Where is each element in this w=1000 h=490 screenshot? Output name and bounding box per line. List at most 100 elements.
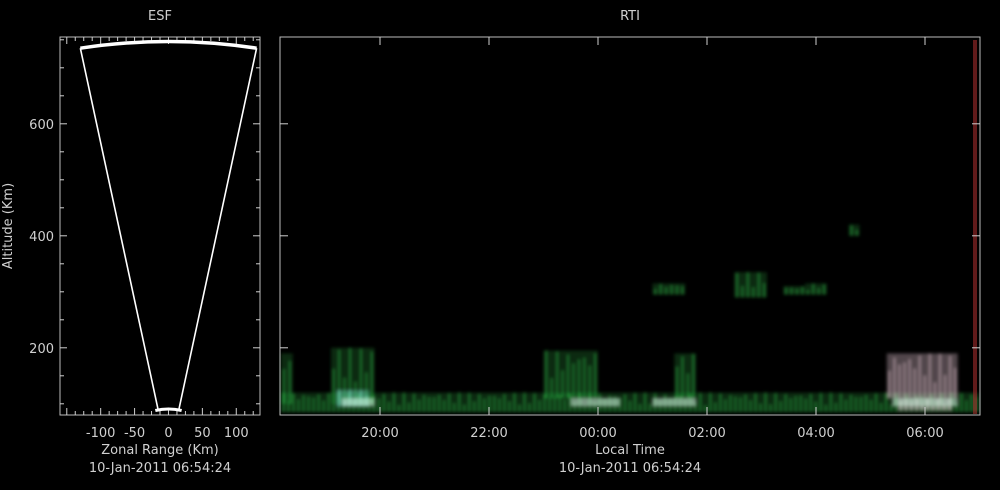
- rti-echo-streak: [538, 399, 541, 413]
- rti-echo-streak: [588, 365, 591, 399]
- rti-echo-streak: [739, 397, 742, 413]
- rti-echo-streak: [893, 357, 896, 399]
- rti-echo-streak: [954, 367, 957, 399]
- rti-echo-streak: [392, 392, 395, 413]
- rti-echo-streak: [644, 392, 647, 413]
- rti-echo-streak: [834, 402, 837, 413]
- rti-echo-streak: [749, 400, 752, 413]
- rti-echo-streak: [849, 394, 852, 413]
- rti-echo-region: [734, 272, 767, 298]
- rti-echo-streak: [784, 394, 787, 413]
- rti-echo-streak: [764, 392, 767, 413]
- rti-echo-streak: [729, 395, 732, 413]
- rti-echo-streak: [659, 283, 662, 295]
- rti-echo-streak: [913, 368, 916, 399]
- rti-echo-streak: [938, 353, 941, 399]
- rti-echo-streak: [692, 353, 695, 399]
- rti-echo-streak: [563, 399, 566, 413]
- rti-echo-streak: [839, 393, 842, 413]
- rti-echo-streak: [819, 392, 822, 413]
- rti-echo-streak: [944, 374, 947, 399]
- rti-echo-region: [281, 392, 979, 413]
- rti-echo-streak: [844, 399, 847, 413]
- esf-y-axis-label: Altitude (Km): [1, 183, 16, 269]
- rti-echo-streak: [933, 382, 936, 399]
- esf-timestamp: 10-Jan-2011 06:54:24: [89, 461, 231, 476]
- rti-echo-streak: [665, 286, 668, 295]
- rti-echo-streak: [418, 399, 421, 413]
- esf-y-tick-label: 200: [29, 342, 54, 357]
- esf-x-tick-label: 50: [194, 426, 211, 441]
- rti-echo-streak: [801, 286, 804, 295]
- rti-echo-streak: [292, 393, 295, 413]
- rti-echo-streak: [823, 284, 826, 295]
- rti-x-tick-label: 02:00: [688, 426, 725, 441]
- rti-echo-streak: [670, 284, 673, 295]
- rti-echo-bright-band: [570, 398, 620, 407]
- rti-echo-streak: [735, 272, 738, 298]
- rti-echo-streak: [483, 398, 486, 413]
- rti-echo-streak: [686, 373, 689, 399]
- rti-echo-streak: [865, 394, 868, 413]
- rti-echo-streak: [493, 395, 496, 413]
- rti-x-tick-label: 06:00: [906, 426, 943, 441]
- rti-echo-streak: [561, 370, 564, 399]
- rti-echo-streak: [880, 402, 883, 413]
- rti-x-tick-label: 20:00: [361, 426, 398, 441]
- rti-echo-streak: [850, 225, 853, 236]
- rti-echo-streak: [443, 399, 446, 413]
- esf-beam-top-arc: [80, 39, 257, 50]
- rti-echo-region-fill: [886, 353, 958, 399]
- rti-echo-region: [281, 353, 293, 404]
- rti-x-axis-label: Local Time: [595, 443, 665, 458]
- rti-echo-streak: [463, 404, 466, 413]
- rti-echo-streak: [408, 402, 411, 413]
- esf-panel: ESF 200 400 600 -100 -50 0 50 100 Zonal Range …: [1, 9, 261, 476]
- rti-echo-streak: [908, 359, 911, 399]
- rti-echo-streak: [754, 393, 757, 413]
- rti-echo-streak: [297, 399, 300, 413]
- rti-echo-streak: [923, 375, 926, 399]
- rti-echo-region: [674, 353, 697, 399]
- rti-echo-streak: [438, 394, 441, 413]
- rti-echo-streak: [918, 355, 921, 399]
- rti-echo-region: [652, 283, 686, 295]
- rti-echo-streak: [741, 285, 744, 298]
- rti-echo-streak: [556, 351, 559, 399]
- rti-echo-streak: [681, 356, 684, 399]
- rti-echo-streak: [332, 403, 335, 413]
- rti-echo-streak: [317, 394, 320, 413]
- rti-echo-streak: [398, 404, 401, 413]
- rti-echo-region: [805, 283, 827, 295]
- rti-echo-streak: [498, 398, 501, 413]
- rti-echo-streak: [854, 396, 857, 413]
- rti-echo-streak: [794, 395, 797, 413]
- rti-echo-region-fill: [848, 224, 860, 236]
- rti-echo-streak: [433, 397, 436, 413]
- rti-echo-streak: [859, 396, 862, 413]
- rti-echo-streak: [898, 364, 901, 399]
- rti-echo-streak: [403, 392, 406, 413]
- rti-echo-streak: [332, 368, 335, 404]
- rti-plot-area: [280, 37, 980, 415]
- rti-echo-streak: [453, 402, 456, 413]
- rti-echo-streak: [382, 393, 385, 413]
- rti-echo-streak: [928, 353, 931, 399]
- rti-timestamp: 10-Jan-2011 06:54:24: [559, 461, 701, 476]
- rti-x-tick-label: 22:00: [470, 426, 507, 441]
- rti-echo-region: [848, 224, 860, 236]
- rti-echo-streak: [870, 399, 873, 413]
- rti-echo-streak: [757, 272, 760, 298]
- rti-echo-streak: [752, 287, 755, 298]
- rti-echo-streak: [649, 403, 652, 413]
- rti-echo-streak: [577, 359, 580, 399]
- esf-beam-right-edge: [177, 48, 258, 411]
- rti-echo-streak: [428, 396, 431, 413]
- rti-echo-streak: [890, 404, 893, 413]
- rti-echo-streak: [594, 353, 597, 399]
- rti-echo-streak: [583, 357, 586, 399]
- rti-echo-streak: [875, 393, 878, 413]
- figure-canvas: ESF 200 400 600 -100 -50 0 50 100 Zonal Range …: [1, 9, 981, 476]
- rti-echo-streak: [503, 393, 506, 413]
- rti-echo-streak: [302, 395, 305, 413]
